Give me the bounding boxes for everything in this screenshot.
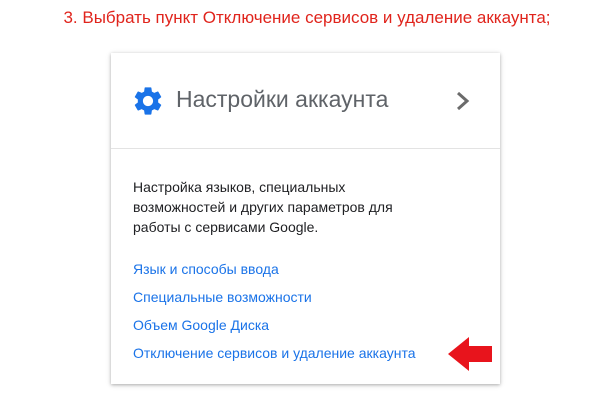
settings-links-list: Язык и способы ввода Специальные возможн… bbox=[133, 259, 415, 371]
red-arrow-left-icon bbox=[448, 337, 492, 371]
link-accessibility[interactable]: Специальные возможности bbox=[133, 287, 415, 315]
card-description: Настройка языков, специальных возможност… bbox=[133, 179, 393, 235]
chevron-right-icon[interactable] bbox=[453, 89, 473, 113]
step-instruction: 3. Выбрать пункт Отключение сервисов и у… bbox=[63, 8, 551, 27]
card-title: Настройки аккаунта bbox=[176, 86, 389, 112]
gear-icon bbox=[134, 87, 162, 115]
link-delete-account[interactable]: Отключение сервисов и удаление аккаунта bbox=[133, 343, 415, 371]
link-language-input[interactable]: Язык и способы ввода bbox=[133, 259, 415, 287]
link-drive-storage[interactable]: Объем Google Диска bbox=[133, 315, 415, 343]
account-settings-header[interactable]: Настройки аккаунта bbox=[111, 53, 500, 149]
account-settings-card: Настройки аккаунта Настройка языков, спе… bbox=[111, 53, 500, 384]
